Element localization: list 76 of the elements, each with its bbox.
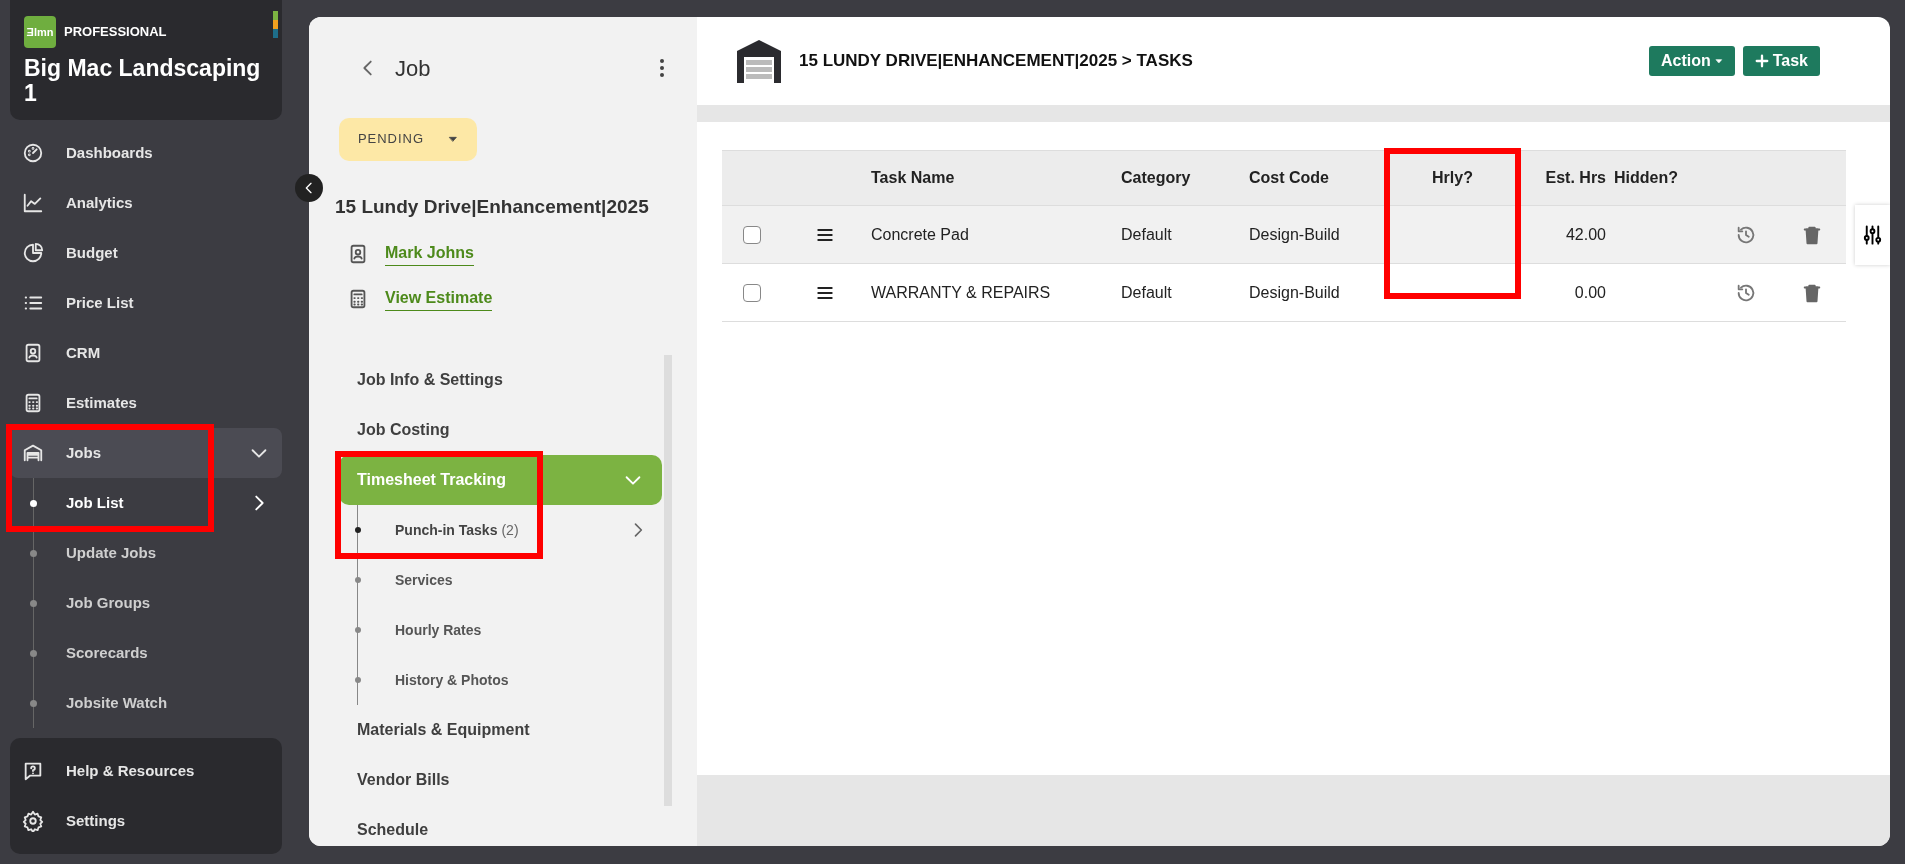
sidebar-subitem[interactable]: Update Jobs (10, 528, 282, 578)
panel-menu-item[interactable]: Vendor Bills (339, 755, 662, 806)
company-name: Big Mac Landscaping 1 (24, 56, 262, 107)
table-cell: Design-Build (1249, 283, 1340, 301)
panel-submenu-item[interactable]: Hourly Rates (339, 605, 662, 656)
table-cell: Concrete Pad (871, 225, 969, 243)
column-header: Task Name (871, 169, 955, 186)
panel-submenu-item[interactable]: Punch-in Tasks (2) (339, 505, 662, 556)
sidebar-item[interactable]: Estimates (10, 378, 282, 428)
sidebar-item[interactable]: Help & Resources (10, 746, 282, 796)
column-header: Cost Code (1249, 169, 1329, 186)
bullet-dot (30, 599, 37, 607)
job-name: 15 Lundy Drive|Enhancement|2025 (335, 194, 650, 219)
table-cell: Design-Build (1249, 225, 1340, 243)
sidebar-item[interactable]: Jobs (10, 428, 282, 478)
bullet-dot (30, 549, 37, 557)
panel-menu-item[interactable]: Job Costing (339, 405, 662, 456)
filter-settings-button[interactable] (1855, 205, 1890, 265)
garage-icon (22, 442, 44, 464)
sidebar-subitem[interactable]: Job List (10, 478, 282, 528)
table-cell: 42.00 (1565, 225, 1606, 243)
panel-submenu-item[interactable]: History & Photos (339, 655, 662, 706)
table-cell: WARRANTY & REPAIRS (871, 283, 1051, 301)
action-button[interactable]: Action (1648, 46, 1735, 76)
bullet-dot (30, 699, 37, 707)
column-header: Category (1121, 169, 1191, 186)
bullet-dot (355, 527, 361, 534)
caret-down-icon (1714, 57, 1723, 65)
sidebar-subitem[interactable]: Jobsite Watch (10, 678, 282, 728)
bullet-dot (30, 649, 37, 657)
color-stripes-icon (273, 10, 278, 38)
panel-title: Job (395, 54, 431, 83)
more-options-icon[interactable] (659, 58, 665, 79)
bullet-dot (355, 627, 361, 634)
sidebar-item[interactable]: Settings (10, 796, 282, 846)
link[interactable]: Mark Johns (385, 241, 474, 267)
sidebar-item[interactable]: Price List (10, 278, 282, 328)
sidebar-item[interactable]: CRM (10, 328, 282, 378)
sidebar-subitem[interactable]: Job Groups (10, 578, 282, 628)
table-cell: Default (1121, 283, 1172, 301)
bullet-dot (355, 577, 361, 584)
panel-menu-item[interactable]: Materials & Equipment (339, 705, 662, 756)
column-header: Hidden? (1614, 169, 1678, 186)
table-cell: Default (1121, 225, 1172, 243)
sidebar-item[interactable]: Analytics (10, 178, 282, 228)
help-chat-icon (22, 760, 44, 782)
page-title: 15 LUNDY DRIVE|ENHANCEMENT|2025 > TASKS (799, 50, 1193, 73)
table-cell: 0.00 (1574, 283, 1606, 301)
settings-icon (22, 810, 44, 832)
add-task-button[interactable]: Task (1742, 46, 1820, 76)
collapse-button[interactable] (295, 174, 323, 202)
bullet-dot (30, 499, 37, 507)
caret-down-icon (448, 134, 459, 145)
panel-submenu-item[interactable]: Services (339, 555, 662, 606)
table-row[interactable]: WARRANTY & REPAIRS Default Design-Build 0.00 (722, 264, 1846, 322)
line-chart-icon (22, 192, 44, 214)
link[interactable]: View Estimate (385, 286, 493, 312)
garage-icon (735, 37, 783, 85)
panel-menu-item[interactable]: Job Info & Settings (339, 355, 662, 406)
plus-icon (1754, 54, 1769, 68)
sidebar-item[interactable]: Dashboards (10, 128, 282, 178)
panel-menu-item[interactable]: Schedule (339, 805, 662, 846)
logo: Ǝlmn (24, 16, 56, 48)
plan-label: PROFESSIONAL (64, 23, 167, 42)
pie-chart-icon (22, 242, 44, 264)
sliders-icon (1861, 222, 1884, 248)
gauge-icon (22, 142, 44, 164)
sidebar-subitem[interactable]: Scorecards (10, 628, 282, 678)
sidebar-item[interactable]: Budget (10, 228, 282, 278)
status-dropdown[interactable]: PENDING (339, 117, 477, 161)
bullet-dot (355, 677, 361, 684)
table-row[interactable]: Concrete Pad Default Design-Build 42.00 (722, 206, 1846, 264)
checkbox[interactable] (743, 283, 761, 302)
checkbox[interactable] (743, 225, 761, 244)
column-header: Est. Hrs (1545, 169, 1606, 186)
column-header: Hrly? (1432, 169, 1473, 186)
